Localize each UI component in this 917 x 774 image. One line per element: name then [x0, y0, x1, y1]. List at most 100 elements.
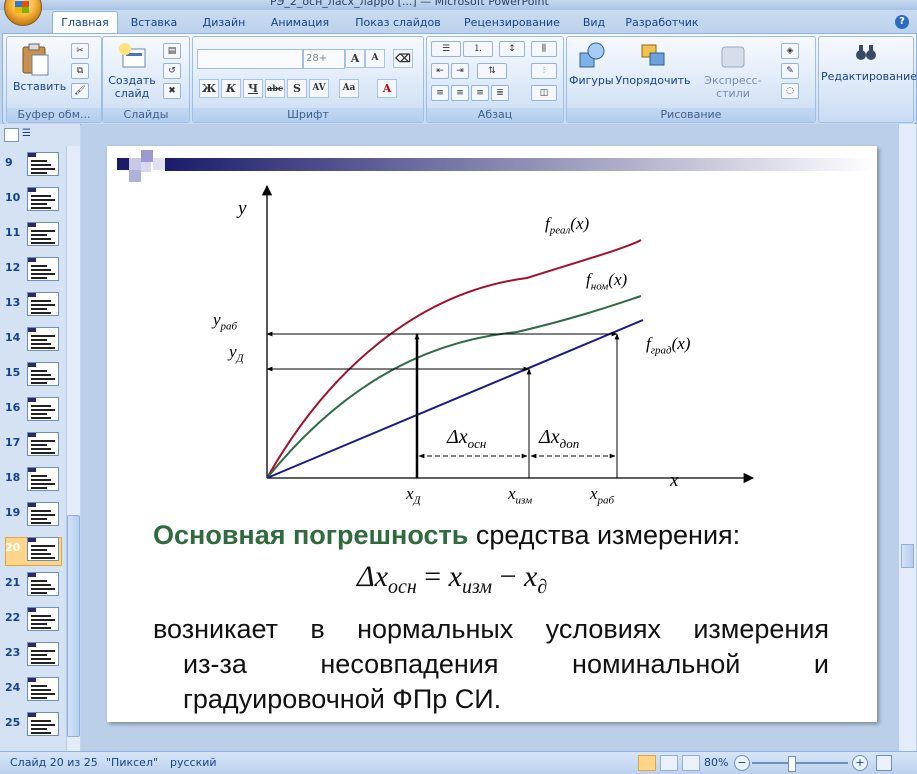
- underline-icon[interactable]: Ч: [243, 79, 263, 98]
- slides-tab-icon[interactable]: [4, 128, 19, 142]
- change-case-icon[interactable]: Aa: [339, 79, 359, 98]
- zoom-out-icon[interactable]: −: [734, 755, 750, 771]
- slide-thumbnail[interactable]: [27, 152, 59, 176]
- tab-review[interactable]: Рецензирование: [456, 13, 568, 33]
- tab-insert[interactable]: Вставка: [124, 13, 184, 33]
- font-family-combo[interactable]: [197, 49, 303, 69]
- quick-styles-button[interactable]: Экспресс-стили: [691, 41, 775, 100]
- clear-format-icon[interactable]: ⌫: [393, 49, 413, 68]
- tab-slideshow[interactable]: Показ слайдов: [350, 13, 446, 33]
- slide-thumbnail[interactable]: [27, 292, 59, 316]
- slides-pane-scroll-thumb[interactable]: [67, 515, 80, 737]
- slide[interactable]: y x yраб yД fреал(x) fном(x) fград(x) Δx…: [107, 146, 877, 722]
- editing-button[interactable]: Редактирование: [821, 41, 917, 83]
- quick-styles-label: Экспресс-стили: [704, 74, 762, 100]
- shapes-icon: [579, 42, 605, 68]
- thumbnail-number: 10: [5, 191, 21, 204]
- shadow-icon[interactable]: S: [287, 79, 307, 98]
- slide-scroll-thumb[interactable]: [901, 544, 914, 568]
- columns-icon[interactable]: ⫼: [531, 41, 557, 57]
- slide-thumbnail[interactable]: [27, 607, 59, 631]
- slide-thumbnail[interactable]: [27, 362, 59, 386]
- slide-thumbnail[interactable]: [27, 257, 59, 281]
- paste-button[interactable]: Вставить: [13, 41, 66, 93]
- slide-scrollbar[interactable]: [898, 124, 916, 751]
- align-right-icon[interactable]: ≡: [471, 85, 489, 101]
- slide-thumbnail[interactable]: [27, 432, 59, 456]
- align-text-icon[interactable]: ⫶: [531, 63, 557, 79]
- formula-x1-sub: изм: [462, 576, 493, 598]
- shrink-font-icon[interactable]: A: [365, 49, 385, 68]
- font-size-combo[interactable]: 28+: [303, 49, 345, 69]
- fit-window-icon[interactable]: [876, 755, 892, 771]
- sorter-view-icon[interactable]: [660, 755, 678, 771]
- new-slide-button[interactable]: Создать слайд: [107, 41, 157, 100]
- y-rab-sub: раб: [220, 320, 238, 333]
- x-d-symbol: x: [406, 484, 414, 503]
- tab-design[interactable]: Дизайн: [192, 13, 256, 33]
- tab-view[interactable]: Вид: [574, 13, 614, 33]
- slides-label: Слайды: [103, 108, 189, 122]
- arrange-label: Упорядочить: [615, 74, 691, 87]
- copy-icon[interactable]: ⧉: [71, 63, 89, 79]
- cut-icon[interactable]: ✂: [71, 43, 89, 59]
- delete-slide-icon[interactable]: ✖: [163, 83, 181, 99]
- bullets-icon[interactable]: ☰: [431, 41, 461, 57]
- slide-thumbnail[interactable]: [27, 712, 59, 736]
- binoculars-icon: [856, 45, 876, 60]
- arrange-icon: [641, 44, 665, 66]
- reset-icon[interactable]: ↺: [163, 63, 181, 79]
- shape-effects-icon[interactable]: ◌: [781, 83, 799, 99]
- slide-thumbnail[interactable]: [27, 397, 59, 421]
- slide-thumbnail[interactable]: [27, 502, 59, 526]
- shape-fill-icon[interactable]: ◈: [781, 43, 799, 59]
- body-line-1: возникает в нормальных условиях измерени…: [153, 614, 829, 644]
- align-left-icon[interactable]: ≡: [431, 85, 449, 101]
- increase-indent-icon[interactable]: ⇥: [451, 63, 469, 79]
- grow-font-icon[interactable]: A: [345, 49, 365, 68]
- thumbnail-number: 14: [5, 331, 21, 344]
- slide-thumbnail[interactable]: [27, 327, 59, 351]
- text-direction-icon[interactable]: ⇅: [477, 63, 507, 79]
- outline-tab-icon[interactable]: ☰: [22, 128, 38, 140]
- dx-osn-sub: осн: [467, 436, 487, 451]
- slide-thumbnail[interactable]: [27, 187, 59, 211]
- layout-icon[interactable]: ▤: [163, 43, 181, 59]
- tab-animation[interactable]: Анимация: [262, 13, 338, 33]
- tab-home[interactable]: Главная: [52, 11, 118, 35]
- numbering-icon[interactable]: ⒈: [463, 41, 493, 57]
- arrange-button[interactable]: Упорядочить: [615, 41, 691, 87]
- quick-access-toolbar[interactable]: [44, 0, 124, 10]
- zoom-slider-thumb[interactable]: [788, 756, 797, 772]
- body-line-3: градуировочной ФПр СИ.: [183, 684, 502, 714]
- italic-icon[interactable]: К: [221, 79, 241, 98]
- slideshow-view-icon[interactable]: [682, 755, 700, 771]
- spacing-icon[interactable]: AV: [309, 79, 329, 98]
- tab-developer[interactable]: Разработчик: [622, 13, 702, 33]
- zoom-slider[interactable]: [752, 762, 848, 764]
- line-spacing-icon[interactable]: ↕: [499, 41, 525, 57]
- format-painter-icon[interactable]: 🖌: [71, 83, 89, 99]
- strikethrough-icon[interactable]: abc: [265, 79, 285, 98]
- zoom-level[interactable]: 80%: [704, 756, 728, 769]
- help-icon[interactable]: ?: [895, 15, 909, 29]
- bold-icon[interactable]: Ж: [199, 79, 219, 98]
- align-center-icon[interactable]: ≡: [451, 85, 469, 101]
- slide-thumbnail[interactable]: [27, 642, 59, 666]
- slide-thumbnail[interactable]: [27, 222, 59, 246]
- font-color-icon[interactable]: A: [377, 79, 397, 98]
- slide-thumbnail[interactable]: [27, 572, 59, 596]
- slide-thumbnail[interactable]: [27, 467, 59, 491]
- shapes-button[interactable]: Фигуры: [569, 41, 614, 87]
- editing-spacer: [819, 108, 913, 122]
- shape-outline-icon[interactable]: ✎: [781, 63, 799, 79]
- zoom-in-icon[interactable]: +: [852, 755, 868, 771]
- justify-icon[interactable]: ≣: [491, 85, 509, 101]
- slide-thumbnail[interactable]: [27, 537, 59, 561]
- decrease-indent-icon[interactable]: ⇤: [431, 63, 449, 79]
- normal-view-icon[interactable]: [638, 755, 656, 771]
- x-rab-sub: раб: [597, 494, 615, 507]
- slide-thumbnail[interactable]: [27, 677, 59, 701]
- smartart-icon[interactable]: ◫: [531, 85, 557, 101]
- dx-osn-symbol: Δx: [447, 426, 468, 448]
